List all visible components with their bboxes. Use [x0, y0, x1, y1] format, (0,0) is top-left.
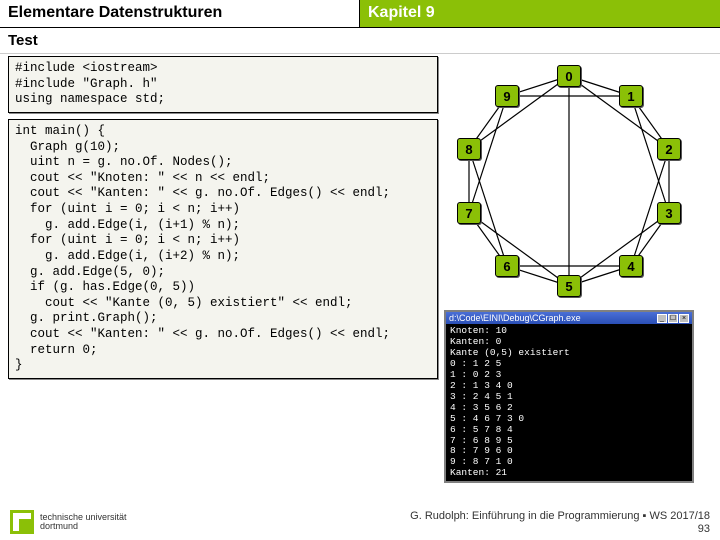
code-block-main: int main() { Graph g(10); uint n = g. no… — [8, 119, 438, 379]
graph-node-5: 5 — [557, 275, 581, 297]
graph-node-9: 9 — [495, 85, 519, 107]
slide-footer: G. Rudolph: Einführung in die Programmie… — [410, 510, 710, 536]
code-block-includes: #include <iostream> #include "Graph. h" … — [8, 56, 438, 113]
footer-credit: G. Rudolph: Einführung in die Programmie… — [410, 510, 710, 523]
page-number: 93 — [410, 523, 710, 536]
minimize-icon[interactable]: _ — [657, 314, 667, 323]
graph-node-6: 6 — [495, 255, 519, 277]
logo-line2: dortmund — [40, 522, 127, 531]
logo-text: technische universität dortmund — [40, 513, 127, 532]
console-titlebar: d:\Code\EINI\Debug\CGraph.exe _ ☐ × — [446, 312, 692, 324]
console-output: Knoten: 10 Kanten: 0 Kante (0,5) existie… — [446, 324, 692, 481]
graph-node-7: 7 — [457, 202, 481, 224]
graph-node-4: 4 — [619, 255, 643, 277]
header-right: Kapitel 9 — [360, 0, 720, 27]
code-column: #include <iostream> #include "Graph. h" … — [8, 56, 438, 483]
window-controls: _ ☐ × — [657, 314, 689, 323]
graph-node-8: 8 — [457, 138, 481, 160]
slide-header: Elementare Datenstrukturen Kapitel 9 — [0, 0, 720, 28]
university-logo: technische universität dortmund — [10, 510, 127, 534]
graph-edges — [444, 56, 694, 306]
graph-node-0: 0 — [557, 65, 581, 87]
header-left: Elementare Datenstrukturen — [0, 0, 360, 27]
console-title-text: d:\Code\EINI\Debug\CGraph.exe — [449, 313, 581, 323]
maximize-icon[interactable]: ☐ — [668, 314, 678, 323]
main-area: #include <iostream> #include "Graph. h" … — [0, 54, 720, 483]
close-icon[interactable]: × — [679, 314, 689, 323]
console-window: d:\Code\EINI\Debug\CGraph.exe _ ☐ × Knot… — [444, 310, 694, 483]
graph-node-1: 1 — [619, 85, 643, 107]
section-title: Test — [0, 28, 720, 54]
graph-node-3: 3 — [657, 202, 681, 224]
graph-node-2: 2 — [657, 138, 681, 160]
graph-diagram: 0 1 2 3 4 5 6 7 8 9 — [444, 56, 694, 306]
tu-logo-icon — [10, 510, 34, 534]
right-column: 0 1 2 3 4 5 6 7 8 9 d:\Code\EINI\Debug\C… — [444, 56, 712, 483]
